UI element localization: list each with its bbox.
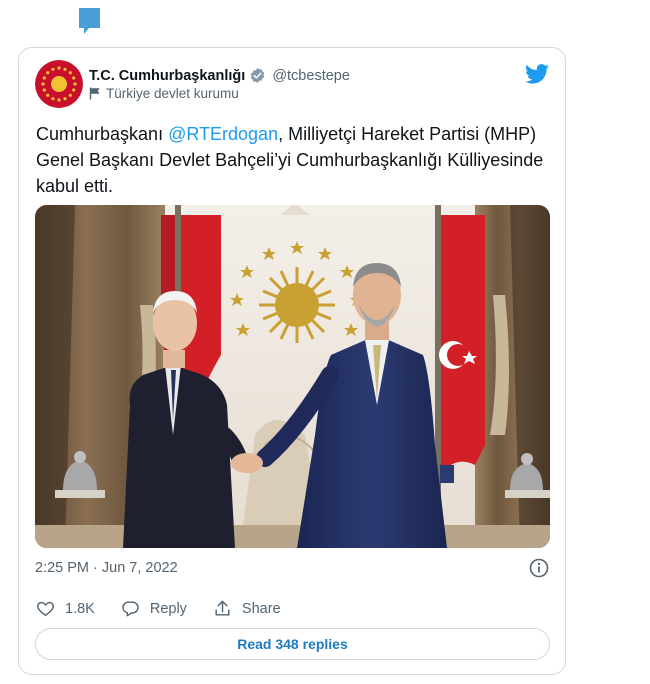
account-label-text: Türkiye devlet kurumu [106,86,239,101]
like-button[interactable]: 1.8K [36,599,95,618]
share-label: Share [241,600,281,617]
heart-icon [37,601,54,616]
reply-button[interactable]: Reply [121,599,187,618]
share-button[interactable]: Share [213,599,281,618]
account-handle[interactable]: @tcbestepe [272,68,350,84]
tweet-photo[interactable] [35,205,550,548]
tweet-text: Cumhurbaşkanı @RTErdogan, Milliyetçi Har… [36,121,546,199]
tweet-card: T.C. Cumhurbaşkanlığı @tcbestepe Türkiye… [18,47,566,675]
tweet-timestamp[interactable]: 2:25 PM · Jun 7, 2022 [35,560,178,576]
author-row: T.C. Cumhurbaşkanlığı @tcbestepe [89,67,350,84]
mention-link[interactable]: @RTErdogan [168,124,278,144]
verified-badge-icon [251,68,265,83]
account-name[interactable]: T.C. Cumhurbaşkanlığı [89,68,245,84]
read-replies-button[interactable]: Read 348 replies [35,628,550,660]
reply-icon [122,601,139,617]
info-icon[interactable] [529,558,549,578]
share-icon [215,600,230,616]
government-label: Türkiye devlet kurumu [89,86,239,101]
twitter-bird-icon[interactable] [525,64,549,84]
avatar[interactable] [35,60,83,108]
tweet-text-start: Cumhurbaşkanı [36,124,169,144]
like-count: 1.8K [65,600,95,617]
bookmark-icon [79,8,100,34]
reply-label: Reply [149,600,187,617]
flag-icon [89,87,100,100]
action-bar: 1.8K Reply Share [36,599,307,618]
